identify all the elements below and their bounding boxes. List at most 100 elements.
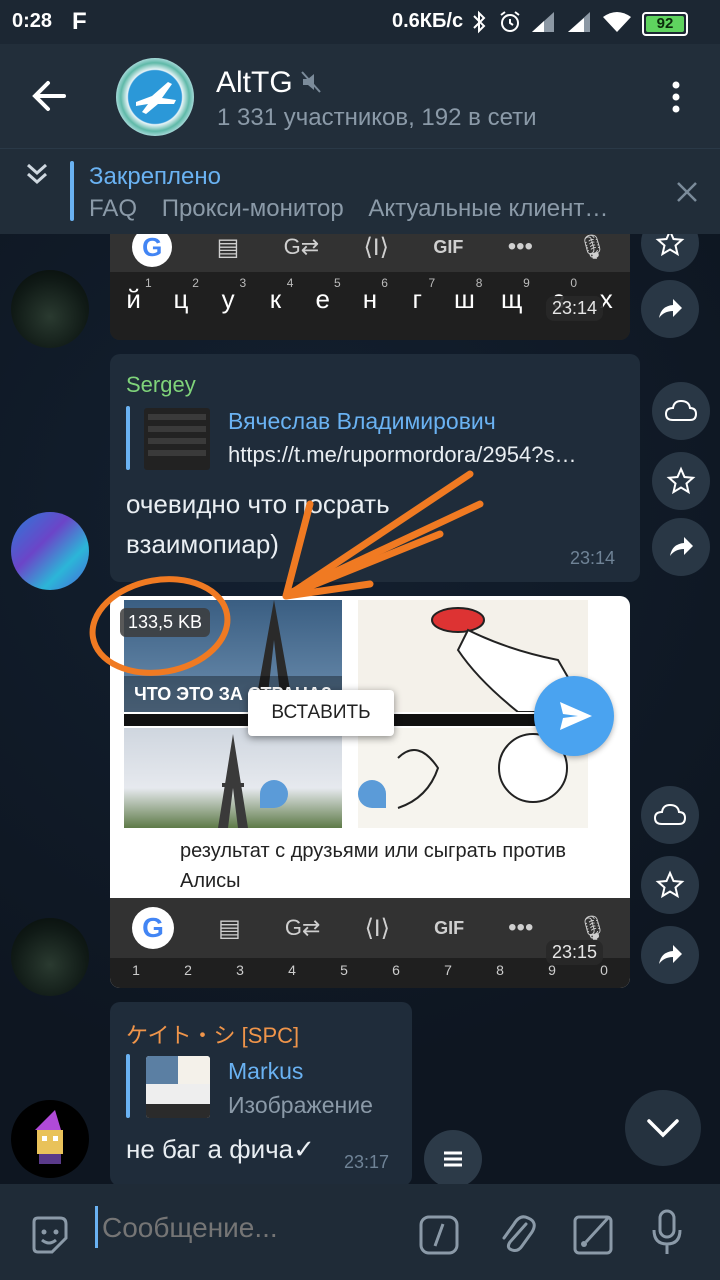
message-time: 23:15	[546, 940, 604, 965]
menu-fab[interactable]	[424, 1130, 482, 1184]
key-number: 3	[236, 962, 244, 978]
cloud-button[interactable]	[641, 786, 699, 844]
favorite-button[interactable]	[641, 856, 699, 914]
key-letter: н	[362, 284, 378, 314]
key-number: 2	[184, 962, 192, 978]
clipboard-icon: ▤	[216, 234, 240, 261]
more-menu-icon[interactable]	[666, 80, 686, 114]
share-arrow-icon	[659, 945, 682, 964]
key-letter: у	[221, 284, 235, 314]
translate-icon: G⇄	[284, 915, 321, 940]
key-letter: г	[412, 284, 422, 314]
back-arrow-icon[interactable]	[30, 78, 68, 114]
key-number: 7	[428, 276, 436, 290]
signal-icon-1	[532, 12, 554, 32]
key-letter: к	[269, 284, 282, 314]
attach-icon[interactable]	[496, 1210, 538, 1258]
star-icon	[655, 870, 685, 899]
message-input-bar	[0, 1184, 720, 1280]
favorite-button[interactable]	[652, 452, 710, 510]
alice-text: результат с друзьями или сыграть против …	[180, 840, 566, 892]
cloud-icon	[653, 803, 687, 825]
battery-level: 92	[656, 15, 674, 32]
close-pinned-icon[interactable]	[676, 181, 698, 203]
chevron-down-icon	[647, 1119, 679, 1138]
chat-title[interactable]: AltTG	[216, 66, 293, 100]
key-number: 2	[192, 276, 199, 290]
avatar[interactable]	[11, 270, 89, 348]
key-number: 9	[523, 276, 530, 290]
message-list[interactable]: G ▤ G⇄ ⟨I⟩ GIF ••• 🎙 1й2ц3у4к5е6н7г8ш9щ0…	[0, 234, 720, 1184]
message-author[interactable]: Sergey	[126, 372, 196, 398]
chat-subtitle: 1 331 участников, 192 в сети	[217, 104, 537, 131]
key-number: 8	[496, 962, 504, 978]
reply-accent	[126, 1054, 130, 1118]
expand-pinned-icon[interactable]	[24, 161, 50, 187]
network-speed: 0.6КБ/с	[392, 10, 464, 32]
pixel-wizard-icon	[35, 1110, 63, 1164]
pinned-item-proxy[interactable]: Прокси-монитор	[162, 195, 344, 222]
key-number: 4	[286, 276, 294, 290]
gif-label: GIF	[434, 917, 465, 938]
message-bubble[interactable]: ケイト・シ [SPC] Markus Изображение не баг а …	[110, 1002, 412, 1184]
jet-icon	[136, 82, 176, 114]
clipboard-icon: ▤	[218, 914, 241, 942]
cloud-button[interactable]	[652, 382, 710, 440]
text-cursor	[95, 1206, 98, 1248]
microphone-icon[interactable]	[650, 1208, 684, 1258]
meme-panel-eiffel	[124, 728, 342, 828]
pinned-item-clients[interactable]: Актуальные клиент…	[368, 195, 608, 222]
reply-author[interactable]: Вячеслав Владимирович	[228, 408, 496, 435]
chat-header: AltTG 1 331 участников, 192 в сети	[0, 44, 720, 148]
pinned-item-faq[interactable]: FAQ	[89, 195, 137, 222]
annotation-drawing	[89, 470, 484, 676]
pinned-items: FAQ Прокси-монитор Актуальные клиент…	[89, 195, 608, 223]
cursor-icon: ⟨I⟩	[363, 234, 389, 261]
paint-icon[interactable]	[572, 1212, 616, 1256]
keyboard-key: 9щ	[492, 276, 532, 315]
group-avatar[interactable]	[116, 58, 194, 136]
translate-icon: G⇄	[283, 234, 320, 259]
avatar[interactable]	[11, 512, 89, 590]
star-icon	[655, 234, 685, 257]
message-author[interactable]: ケイト・シ [SPC]	[126, 1018, 299, 1050]
avatar[interactable]	[11, 918, 89, 996]
message-time: 23:17	[344, 1152, 390, 1172]
cloud-icon	[664, 399, 698, 421]
key-number: 4	[288, 962, 296, 978]
avatar[interactable]	[11, 1100, 89, 1178]
pinned-bar[interactable]: Закреплено FAQ Прокси-монитор Актуальные…	[0, 148, 720, 235]
muted-icon	[301, 71, 321, 93]
scroll-down-button[interactable]	[625, 1090, 701, 1166]
share-button[interactable]	[652, 518, 710, 576]
star-icon	[666, 466, 696, 495]
sticker-icon[interactable]	[28, 1214, 70, 1256]
status-time: 0:28	[12, 10, 53, 32]
more-icon: •••	[508, 914, 534, 941]
key-letter: й	[126, 284, 141, 314]
send-button-in-image	[534, 676, 614, 756]
send-icon	[560, 702, 592, 730]
key-number: 0	[600, 962, 608, 978]
message-input[interactable]	[100, 1204, 404, 1252]
keyboard-key: 6н	[350, 276, 390, 315]
bot-command-icon[interactable]	[418, 1214, 460, 1256]
key-number: 6	[392, 962, 400, 978]
reply-text[interactable]: Изображение	[228, 1092, 373, 1119]
keyboard-key: 7г	[397, 276, 437, 315]
message-bubble-keyboard[interactable]: G ▤ G⇄ ⟨I⟩ GIF ••• 🎙 1й2ц3у4к5е6н7г8ш9щ0…	[110, 234, 630, 340]
key-letter: ц	[173, 284, 189, 314]
reply-thumbnail	[144, 408, 210, 470]
more-icon: •••	[507, 234, 533, 260]
message-time: 23:14	[546, 296, 604, 321]
share-button[interactable]	[641, 280, 699, 338]
cursor-icon: ⟨I⟩	[364, 914, 390, 942]
key-number: 5	[334, 276, 341, 290]
message-time: 23:14	[570, 548, 616, 568]
key-number: 5	[340, 962, 348, 978]
share-button[interactable]	[641, 926, 699, 984]
app-notification-icon: F	[72, 8, 87, 35]
reply-author[interactable]: Markus	[228, 1058, 303, 1085]
keyboard-key: 5е	[303, 276, 343, 315]
selection-handle-right	[358, 780, 386, 808]
